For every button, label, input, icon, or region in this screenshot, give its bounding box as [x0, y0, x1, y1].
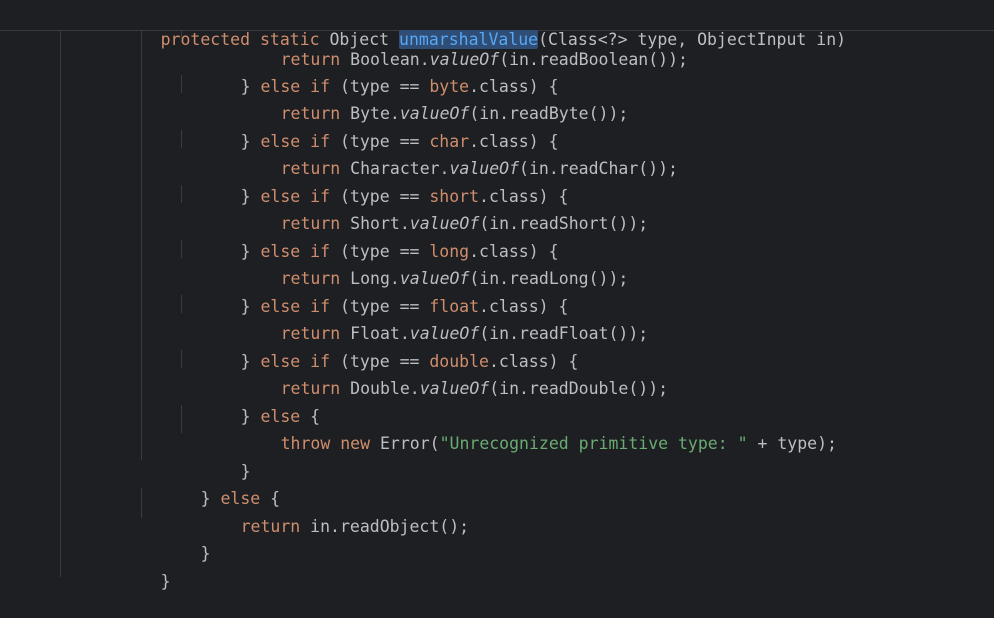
code-line[interactable]: } [101, 546, 171, 591]
code-text: + type); [747, 434, 837, 453]
code-line[interactable]: return Short.valueOf(in.readShort()); [221, 188, 649, 233]
code-line[interactable]: return Double.valueOf(in.readDouble()); [221, 353, 668, 398]
code-text: Double. [350, 379, 420, 398]
code-line[interactable]: return Character.valueOf(in.readChar()); [221, 133, 678, 178]
code-line[interactable]: return in.readObject(); [181, 491, 470, 536]
string-literal: "Unrecognized primitive type: " [439, 434, 748, 453]
code-text: } [160, 572, 171, 591]
code-text: (in.readDouble()); [489, 379, 669, 398]
keyword: protected [160, 30, 251, 49]
code-line[interactable]: } else { [181, 381, 321, 426]
code-line[interactable]: } else if (type == short.class) { [181, 161, 569, 206]
sticky-scope-header[interactable]: protected static Object unmarshalValue(C… [0, 0, 994, 49]
code-text: Error( [370, 434, 440, 453]
method-call: valueOf [419, 379, 490, 398]
code-line[interactable]: } [181, 436, 251, 481]
code-area[interactable]: return Boolean.valueOf(in.readBoolean())… [0, 0, 994, 591]
code-line[interactable]: } [141, 518, 211, 563]
code-line[interactable]: return Long.valueOf(in.readLong()); [221, 243, 629, 288]
method-name[interactable]: unmarshalValue [399, 30, 539, 49]
code-line[interactable]: } else if (type == char.class) { [181, 106, 559, 151]
code-line[interactable]: return Float.valueOf(in.readFloat()); [221, 298, 649, 343]
method-signature[interactable]: protected static Object unmarshalValue(C… [101, 4, 846, 76]
keyword: return [240, 517, 301, 536]
keyword: throw [280, 434, 331, 453]
code-editor[interactable]: return Boolean.valueOf(in.readBoolean())… [0, 0, 994, 591]
code-line[interactable]: } else if (type == long.class) { [181, 216, 559, 261]
code-line[interactable]: return Byte.valueOf(in.readByte()); [221, 78, 629, 123]
code-line[interactable]: } else { [141, 463, 281, 508]
return-type: Object [329, 30, 390, 49]
method-params: (Class<?> type, ObjectInput in) [538, 30, 847, 49]
code-line[interactable]: } else if (type == float.class) { [181, 271, 569, 316]
code-line[interactable]: throw new Error("Unrecognized primitive … [221, 408, 837, 453]
code-text: } [200, 544, 211, 563]
code-line[interactable]: } else if (type == double.class) { [181, 326, 579, 371]
keyword: new [340, 434, 371, 453]
keyword: static [259, 30, 320, 49]
code-text: in.readObject(); [300, 517, 470, 536]
